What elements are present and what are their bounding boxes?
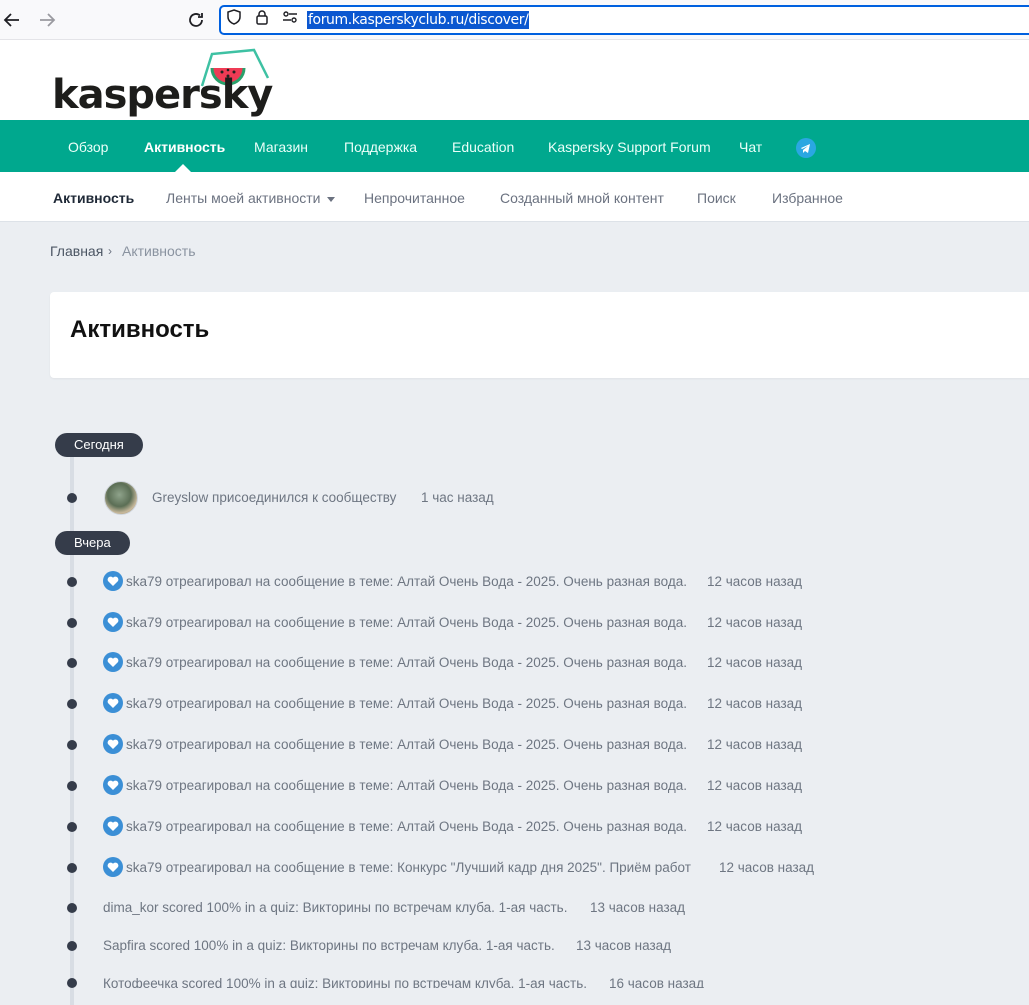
list-item[interactable]: ska79 отреагировал на сообщение в теме: …: [0, 609, 1029, 639]
page-title: Активность: [70, 316, 210, 343]
breadcrumb-chevron-icon: ›: [108, 244, 112, 258]
list-item[interactable]: ska79 отреагировал на сообщение в теме: …: [0, 690, 1029, 720]
avatar[interactable]: [104, 481, 138, 515]
activity-text[interactable]: ska79 отреагировал на сообщение в теме: …: [126, 573, 687, 591]
activity-text[interactable]: Sapfira scored 100% in a quiz: Викторины…: [103, 937, 555, 955]
timeline-dot: [67, 941, 77, 951]
activity-text[interactable]: Greyslow присоединился к сообществу: [152, 489, 396, 507]
list-item[interactable]: Greyslow присоединился к сообществу 1 ча…: [0, 481, 1029, 515]
back-arrow-icon[interactable]: [0, 8, 24, 32]
list-item[interactable]: ska79 отреагировал на сообщение в теме: …: [0, 772, 1029, 802]
heart-icon: [103, 612, 123, 632]
list-item[interactable]: ska79 отреагировал на сообщение в теме: …: [0, 568, 1029, 598]
subnav-item-search[interactable]: Поиск: [697, 172, 736, 222]
nav-item-support[interactable]: Поддержка: [344, 120, 417, 172]
activity-time: 1 час назад: [421, 490, 494, 505]
heart-icon: [103, 857, 123, 877]
activity-text[interactable]: ska79 отреагировал на сообщение в теме: …: [126, 818, 687, 836]
activity-time: 12 часов назад: [719, 860, 815, 875]
nav-item-shop[interactable]: Магазин: [254, 120, 308, 172]
shield-icon[interactable]: [226, 9, 242, 25]
subnav-item-my-activity-streams[interactable]: Ленты моей активности: [166, 172, 336, 222]
nav-item-education[interactable]: Education: [452, 120, 514, 172]
reload-icon[interactable]: [184, 8, 208, 32]
heart-icon: [103, 775, 123, 795]
timeline-dot: [67, 863, 77, 873]
activity-time: 13 часов назад: [576, 938, 672, 953]
telegram-icon[interactable]: [796, 138, 816, 158]
kaspersky-club-logo[interactable]: kaspersky club: [52, 40, 322, 168]
activity-text[interactable]: ska79 отреагировал на сообщение в теме: …: [126, 736, 687, 754]
nav-item-kaspersky-support-forum[interactable]: Kaspersky Support Forum: [548, 120, 711, 172]
activity-time: 12 часов назад: [707, 615, 803, 630]
subnav-item-my-activity-streams-label: Ленты моей активности: [166, 190, 321, 206]
activity-text[interactable]: ska79 отреагировал на сообщение в теме: …: [126, 695, 687, 713]
list-item[interactable]: ska79 отреагировал на сообщение в теме: …: [0, 813, 1029, 843]
timeline-dot: [67, 740, 77, 750]
timeline-dot: [67, 658, 77, 668]
heart-icon: [103, 734, 123, 754]
activity-time: 12 часов назад: [707, 655, 803, 670]
breadcrumb-home[interactable]: Главная: [50, 243, 103, 259]
nav-item-chat[interactable]: Чат: [739, 120, 762, 172]
heart-icon: [103, 693, 123, 713]
subnav-item-favorites[interactable]: Избранное: [772, 172, 843, 222]
activity-time: 16 часов назад: [609, 976, 705, 988]
activity-time: 12 часов назад: [707, 696, 803, 711]
browser-toolbar: forum.kasperskyclub.ru/discover/: [0, 0, 1029, 40]
activity-time: 13 часов назад: [590, 900, 686, 915]
nav-item-overview[interactable]: Обзор: [68, 120, 108, 172]
page-title-card: Активность: [50, 292, 1029, 378]
timeline-dot: [67, 822, 77, 832]
main-navigation: Обзор Активность Магазин Поддержка Educa…: [0, 120, 1029, 172]
activity-time: 12 часов назад: [707, 819, 803, 834]
activity-time: 12 часов назад: [707, 574, 803, 589]
active-nav-indicator: [175, 164, 191, 172]
timeline-dot: [67, 493, 77, 503]
heart-icon: [103, 652, 123, 672]
list-item[interactable]: ska79 отреагировал на сообщение в теме: …: [0, 854, 1029, 884]
activity-time: 12 часов назад: [707, 778, 803, 793]
subnav-item-activity[interactable]: Активность: [53, 172, 134, 222]
list-item[interactable]: Sapfira scored 100% in a quiz: Викторины…: [0, 932, 1029, 962]
timeline-dot: [67, 577, 77, 587]
activity-text[interactable]: ska79 отреагировал на сообщение в теме: …: [126, 777, 687, 795]
list-item[interactable]: ska79 отреагировал на сообщение в теме: …: [0, 649, 1029, 679]
timeline-dot: [67, 903, 77, 913]
sub-navigation: Активность Ленты моей активности Непрочи…: [0, 172, 1029, 222]
timeline-dot: [67, 699, 77, 709]
heart-icon: [103, 816, 123, 836]
timeline-group-yesterday: Вчера: [55, 531, 130, 555]
subnav-item-unread[interactable]: Непрочитанное: [364, 172, 465, 222]
permissions-icon[interactable]: [282, 9, 298, 25]
lock-icon[interactable]: [254, 9, 270, 25]
timeline-dot: [67, 781, 77, 791]
list-item[interactable]: Котофеечка scored 100% in a quiz: Виктор…: [0, 971, 1029, 988]
url-text[interactable]: forum.kasperskyclub.ru/discover/: [307, 11, 530, 29]
activity-text[interactable]: ska79 отреагировал на сообщение в теме: …: [126, 614, 687, 632]
timeline-dot: [67, 618, 77, 628]
list-item[interactable]: ska79 отреагировал на сообщение в теме: …: [0, 731, 1029, 761]
activity-text[interactable]: dima_kor scored 100% in a quiz: Викторин…: [103, 899, 567, 917]
timeline-dot: [67, 978, 77, 988]
list-item[interactable]: dima_kor scored 100% in a quiz: Викторин…: [0, 894, 1029, 924]
caret-down-icon: [327, 196, 336, 202]
activity-time: 12 часов назад: [707, 737, 803, 752]
subnav-item-my-content[interactable]: Созданный мной контент: [500, 172, 664, 222]
timeline-group-today: Сегодня: [55, 433, 143, 457]
heart-icon: [103, 571, 123, 591]
breadcrumb-current: Активность: [122, 243, 196, 259]
activity-text[interactable]: Котофеечка scored 100% in a quiz: Виктор…: [103, 975, 587, 988]
activity-text[interactable]: ska79 отреагировал на сообщение в теме: …: [126, 859, 691, 877]
activity-text[interactable]: ska79 отреагировал на сообщение в теме: …: [126, 654, 687, 672]
forward-arrow-icon[interactable]: [35, 8, 59, 32]
